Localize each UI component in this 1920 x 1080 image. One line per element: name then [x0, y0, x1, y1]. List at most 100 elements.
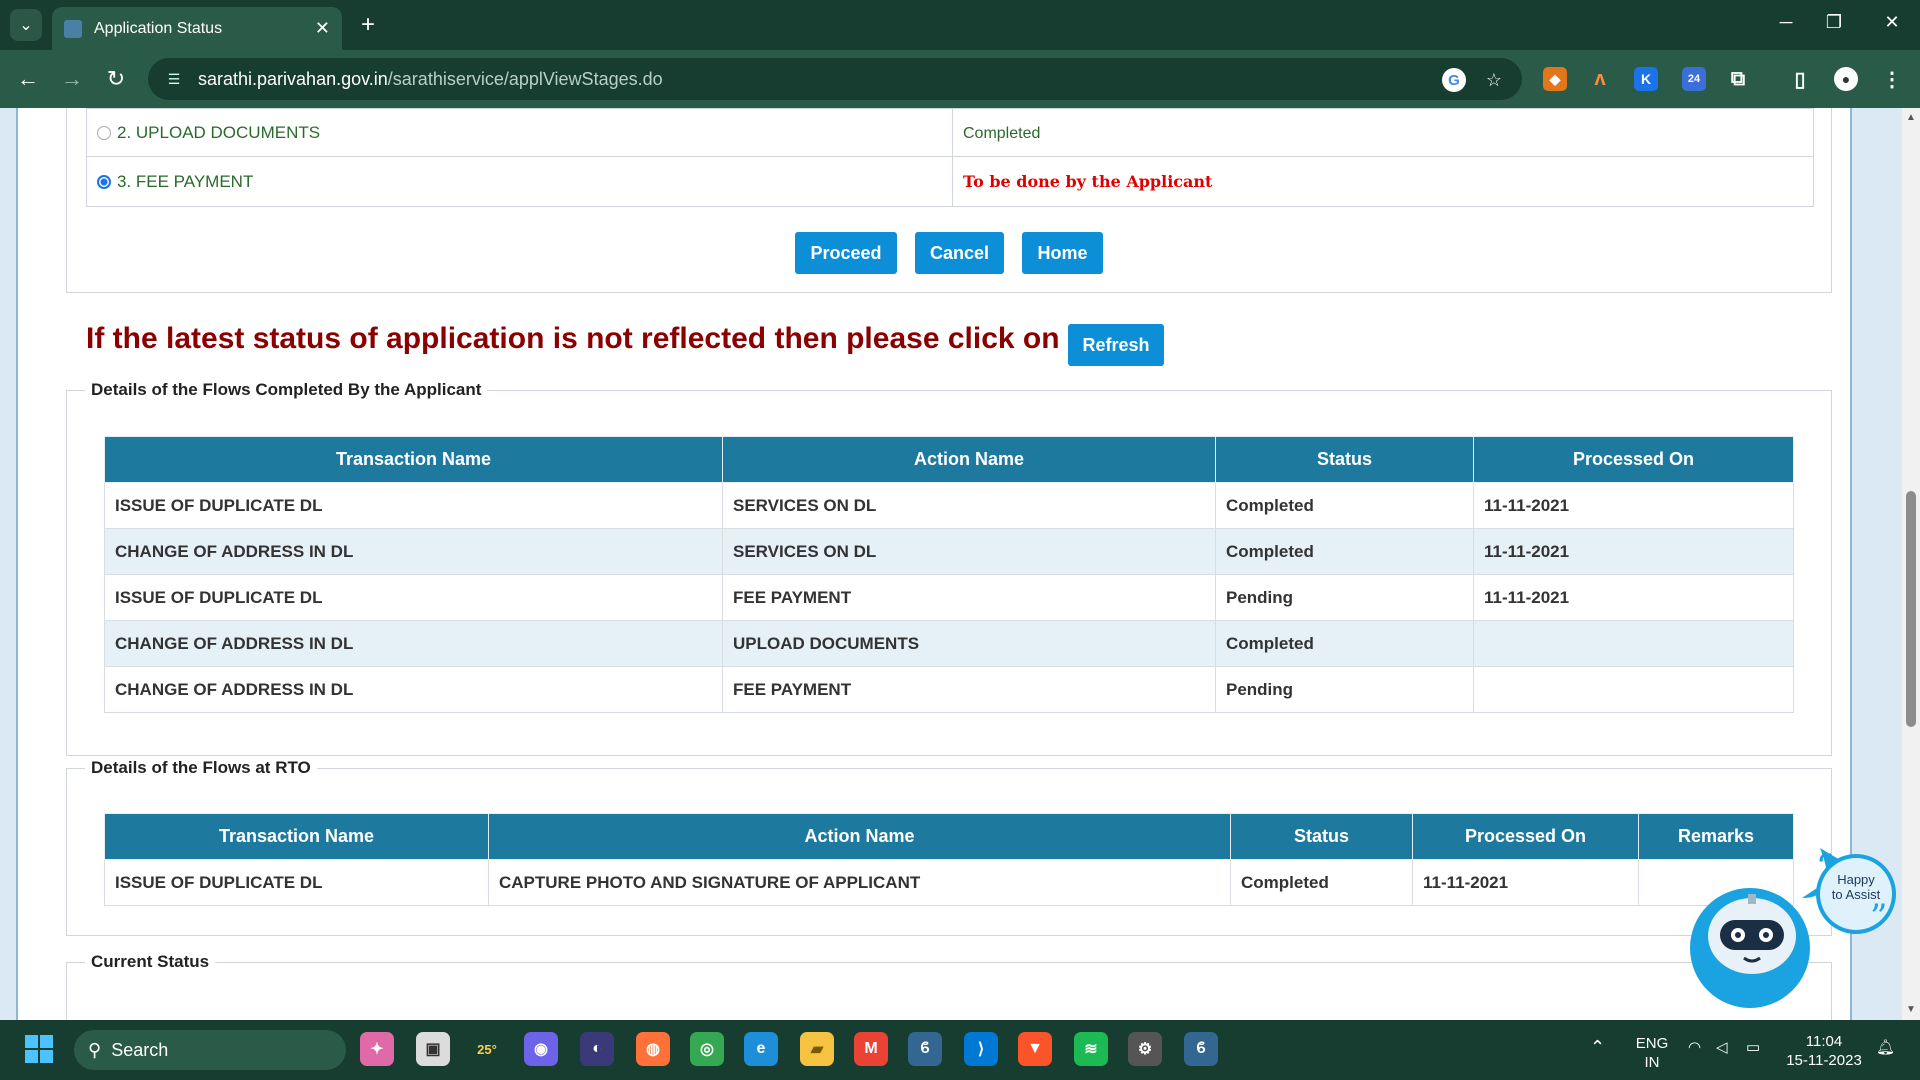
proceed-button[interactable]: Proceed: [795, 232, 897, 274]
table-row: CHANGE OF ADDRESS IN DL UPLOAD DOCUMENTS…: [104, 620, 1794, 667]
stage-row: 3. FEE PAYMENT To be done by the Applica…: [86, 156, 1814, 207]
refresh-button[interactable]: Refresh: [1068, 324, 1164, 366]
vscode-icon[interactable]: ⟩: [964, 1032, 998, 1066]
gmail-icon[interactable]: M: [854, 1032, 888, 1066]
new-tab-button[interactable]: +: [354, 11, 382, 39]
teams-chat-icon[interactable]: ◉: [524, 1032, 558, 1066]
applicant-flows-legend: Details of the Flows Completed By the Ap…: [91, 380, 482, 399]
chrome-icon[interactable]: ◎: [690, 1032, 724, 1066]
calendar-extension-icon[interactable]: 24: [1682, 67, 1706, 91]
metamask-extension-icon[interactable]: ◆: [1543, 67, 1567, 91]
close-window-icon[interactable]: ✕: [1880, 12, 1904, 33]
close-tab-icon[interactable]: ✕: [315, 18, 330, 39]
postgresql-icon[interactable]: ϐ: [908, 1032, 942, 1066]
refresh-notice: If the latest status of application is n…: [86, 322, 1060, 355]
column-header: Status: [1215, 436, 1474, 483]
windows-taskbar: ⚲ Search ✦ ▣ 25° ◉ ◐ ◍ ◎ e ▰ M ϐ ⟩ ▼ ≋ ⚙…: [0, 1020, 1920, 1080]
tab-title: Application Status: [94, 19, 223, 37]
table-row: ISSUE OF DUPLICATE DL SERVICES ON DL Com…: [104, 482, 1794, 529]
rto-flows-legend: Details of the Flows at RTO: [91, 758, 311, 777]
stage-radio-upload-documents[interactable]: [97, 125, 111, 140]
stage-label: 2. UPLOAD DOCUMENTS: [117, 122, 321, 142]
restore-icon[interactable]: ❐: [1822, 12, 1846, 33]
bookmark-star-icon[interactable]: ☆: [1482, 68, 1506, 92]
url-host: sarathi.parivahan.gov.in: [198, 68, 388, 89]
language-indicator[interactable]: ENG IN: [1632, 1034, 1672, 1072]
tab-bar: ⌄ Application Status ✕ + ─ ❐ ✕: [0, 0, 1920, 50]
brave-icon[interactable]: ▼: [1018, 1032, 1052, 1066]
stage-row: 2. UPLOAD DOCUMENTS Completed: [86, 108, 1814, 157]
show-hidden-icons-chevron-icon[interactable]: ⌃: [1590, 1038, 1605, 1057]
table-row: ISSUE OF DUPLICATE DL CAPTURE PHOTO AND …: [104, 859, 1794, 906]
back-arrow-icon[interactable]: ←: [14, 65, 42, 93]
cell-status: Completed: [1215, 620, 1474, 667]
profile-avatar[interactable]: ●: [1834, 67, 1858, 91]
task-view-icon[interactable]: ▣: [416, 1032, 450, 1066]
cell-processed-on: 11-11-2021: [1473, 528, 1794, 575]
tab-search-button[interactable]: ⌄: [10, 9, 42, 41]
volume-icon[interactable]: ◁: [1716, 1038, 1728, 1057]
scroll-up-icon[interactable]: ▲: [1905, 112, 1917, 123]
column-header: Transaction Name: [104, 813, 489, 860]
settings-gear-icon[interactable]: ⚙: [1128, 1032, 1162, 1066]
notification-bell-icon[interactable]: 🔔︎: [1876, 1038, 1895, 1057]
cell-transaction: CHANGE OF ADDRESS IN DL: [104, 666, 723, 713]
tab-application-status[interactable]: Application Status ✕: [52, 7, 342, 50]
firefox-icon[interactable]: ◍: [636, 1032, 670, 1066]
cell-transaction: CHANGE OF ADDRESS IN DL: [104, 620, 723, 667]
chrome-menu-icon[interactable]: ⋮: [1880, 67, 1904, 91]
column-header: Processed On: [1412, 813, 1639, 860]
cell-status: Completed: [1215, 482, 1474, 529]
home-button[interactable]: Home: [1022, 232, 1103, 274]
pgadmin-icon[interactable]: ϐ: [1184, 1032, 1218, 1066]
site-favicon-icon: [64, 19, 82, 38]
reload-icon[interactable]: ↻: [102, 65, 130, 93]
cell-action: FEE PAYMENT: [722, 666, 1216, 713]
stage-radio-fee-payment[interactable]: [97, 174, 111, 189]
cancel-button[interactable]: Cancel: [915, 232, 1004, 274]
cell-action: SERVICES ON DL: [722, 482, 1216, 529]
battery-icon[interactable]: ▭: [1746, 1038, 1760, 1057]
stages-table: 2. UPLOAD DOCUMENTS Completed 3. FEE PAY…: [86, 108, 1814, 207]
assistant-label: Happy to Assist: [1831, 872, 1881, 902]
forward-arrow-icon[interactable]: →: [58, 65, 86, 93]
stage-label: 3. FEE PAYMENT: [117, 171, 254, 191]
google-lens-icon[interactable]: G: [1442, 68, 1466, 92]
cell-action: FEE PAYMENT: [722, 574, 1216, 621]
current-status-legend: Current Status: [91, 952, 210, 971]
wappalyzer-extension-icon[interactable]: ʌ: [1588, 67, 1612, 91]
table-header-row: Transaction Name Action Name Status Proc…: [104, 436, 1794, 483]
copilot-icon[interactable]: ✦: [360, 1032, 394, 1066]
wifi-icon[interactable]: ◠: [1688, 1038, 1701, 1057]
address-bar[interactable]: ☰ sarathi.parivahan.gov.in/sarathiservic…: [148, 58, 1522, 100]
column-header: Processed On: [1473, 436, 1794, 483]
url-path: /sarathiservice/applViewStages.do: [387, 68, 663, 89]
stage-status: Completed: [963, 124, 1041, 142]
cell-transaction: ISSUE OF DUPLICATE DL: [104, 482, 723, 529]
edge-icon[interactable]: e: [744, 1032, 778, 1066]
browser-toolbar: ← → ↻ ☰ sarathi.parivahan.gov.in/sarathi…: [0, 50, 1920, 108]
taskbar-search[interactable]: ⚲ Search: [74, 1030, 346, 1070]
taskbar-search-label: Search: [111, 1039, 169, 1060]
file-explorer-icon[interactable]: ▰: [800, 1032, 834, 1066]
cell-processed-on: 11-11-2021: [1412, 859, 1639, 906]
clock[interactable]: 11:04 15-11-2023: [1784, 1032, 1864, 1070]
chat-assistant-widget[interactable]: “ ” Happy to Assist: [1690, 748, 1920, 1018]
eclipse-icon[interactable]: ◐: [580, 1032, 614, 1066]
weather-icon[interactable]: 25°: [470, 1032, 504, 1066]
cell-processed-on: [1473, 620, 1794, 667]
cell-action: UPLOAD DOCUMENTS: [722, 620, 1216, 667]
spotify-icon[interactable]: ≋: [1074, 1032, 1108, 1066]
scrollbar-thumb[interactable]: [1906, 491, 1916, 727]
column-header: Status: [1230, 813, 1413, 860]
cell-action: SERVICES ON DL: [722, 528, 1216, 575]
table-header-row: Transaction Name Action Name Status Proc…: [104, 813, 1794, 860]
minimize-icon[interactable]: ─: [1774, 12, 1798, 33]
site-info-icon[interactable]: ☰: [164, 69, 184, 89]
table-row: ISSUE OF DUPLICATE DL FEE PAYMENT Pendin…: [104, 574, 1794, 621]
extensions-puzzle-icon[interactable]: ⧉: [1726, 67, 1750, 91]
windows-start-icon[interactable]: [22, 1032, 56, 1066]
cell-processed-on: 11-11-2021: [1473, 482, 1794, 529]
k-extension-icon[interactable]: K: [1634, 67, 1658, 91]
side-panel-icon[interactable]: ▯: [1788, 67, 1812, 91]
